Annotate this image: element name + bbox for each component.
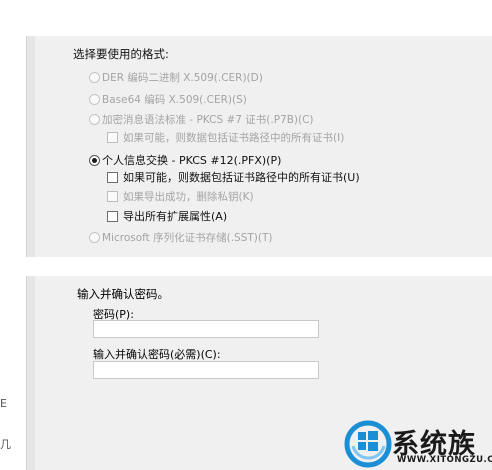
edge-glyph-e: E: [0, 397, 7, 410]
format-title: 选择要使用的格式:: [73, 47, 169, 61]
radio-sst[interactable]: Microsoft 序列化证书存储(.SST)(T): [89, 230, 273, 245]
checkbox-pfx-include-chain[interactable]: 如果可能，则数据包括证书路径中的所有证书(U): [107, 169, 360, 185]
checkbox-pfx-include-chain-box[interactable]: [107, 171, 118, 183]
confirm-password-input[interactable]: [93, 361, 319, 379]
checkbox-pfx-include-chain-label: 如果可能，则数据包括证书路径中的所有证书(U): [123, 171, 360, 184]
watermark-url: WWW.XITONGZU.COM: [397, 455, 492, 465]
checkbox-pkcs7-include-chain-label: 如果可能，则数据包括证书路径中的所有证书(I): [123, 132, 345, 144]
confirm-password-label: 输入并确认密码(必需)(C):: [93, 348, 221, 361]
radio-der-indicator[interactable]: [89, 72, 100, 83]
panel-left-strip-bottom: [27, 276, 35, 470]
checkbox-export-all-props[interactable]: 导出所有扩展属性(A): [107, 208, 227, 224]
password-input[interactable]: [93, 320, 319, 338]
radio-base64[interactable]: Base64 编码 X.509(.CER)(S): [89, 92, 247, 107]
checkbox-delete-private-key-label: 如果导出成功，删除私钥(K): [123, 191, 254, 203]
checkbox-delete-private-key-box[interactable]: [107, 191, 118, 202]
radio-der-label: DER 编码二进制 X.509(.CER)(D): [102, 72, 263, 84]
export-format-panel: 选择要使用的格式: DER 编码二进制 X.509(.CER)(D) Base6…: [26, 36, 492, 257]
radio-sst-indicator[interactable]: [89, 232, 100, 243]
radio-pfx-indicator[interactable]: [89, 154, 100, 166]
radio-pkcs7[interactable]: 加密消息语法标准 - PKCS #7 证书(.P7B)(C): [89, 112, 314, 127]
password-title: 输入并确认密码。: [77, 287, 169, 301]
edge-glyph-ji: 几: [0, 438, 11, 451]
checkbox-delete-private-key[interactable]: 如果导出成功，删除私钥(K): [107, 189, 254, 204]
checkbox-pkcs7-include-chain-box[interactable]: [107, 132, 118, 143]
checkbox-export-all-props-box[interactable]: [107, 210, 118, 222]
radio-pkcs7-label: 加密消息语法标准 - PKCS #7 证书(.P7B)(C): [102, 114, 314, 126]
radio-pfx-label: 个人信息交换 - PKCS #12(.PFX)(P): [102, 154, 282, 167]
checkbox-export-all-props-label: 导出所有扩展属性(A): [123, 210, 228, 223]
radio-base64-indicator[interactable]: [89, 94, 100, 105]
radio-der[interactable]: DER 编码二进制 X.509(.CER)(D): [89, 70, 263, 85]
radio-pfx[interactable]: 个人信息交换 - PKCS #12(.PFX)(P): [89, 152, 281, 168]
radio-base64-label: Base64 编码 X.509(.CER)(S): [102, 94, 247, 106]
radio-pkcs7-indicator[interactable]: [89, 114, 100, 125]
checkbox-pkcs7-include-chain[interactable]: 如果可能，则数据包括证书路径中的所有证书(I): [107, 130, 344, 145]
radio-sst-label: Microsoft 序列化证书存储(.SST)(T): [102, 232, 273, 244]
panel-left-strip: [27, 36, 35, 257]
